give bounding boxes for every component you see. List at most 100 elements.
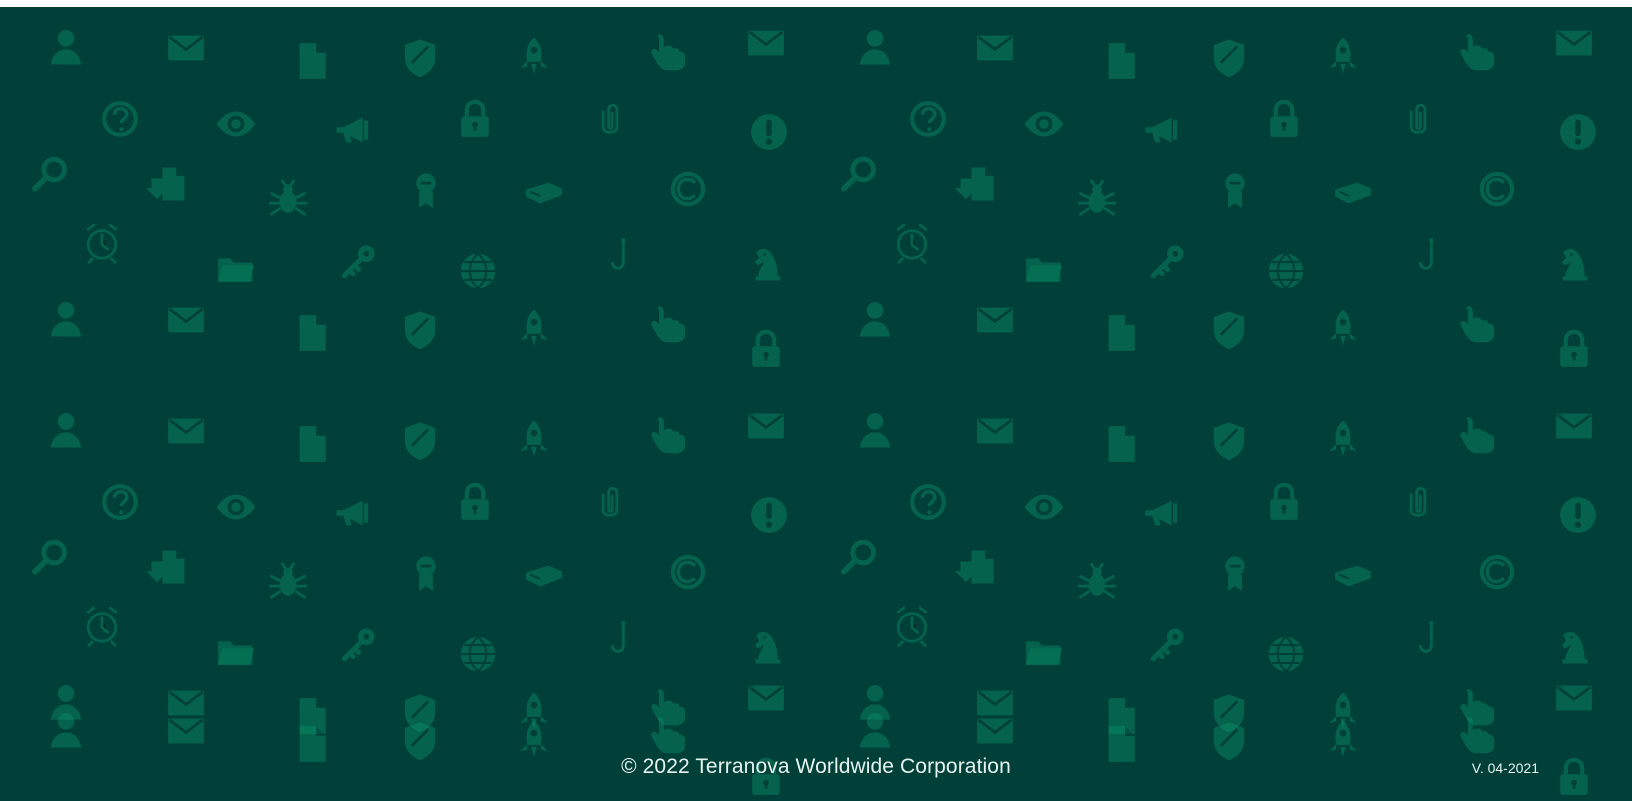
chess-knight-icon <box>746 625 790 669</box>
lock-icon <box>1552 327 1596 371</box>
copyright-icon <box>1475 167 1519 211</box>
document-icon <box>1099 311 1143 355</box>
user-icon <box>853 409 897 453</box>
document-icon <box>290 311 334 355</box>
envelope-icon <box>1552 676 1596 720</box>
eye-icon <box>214 102 258 146</box>
rocket-icon <box>512 35 556 79</box>
book-icon <box>1331 169 1375 213</box>
lock-icon <box>453 97 497 141</box>
bug-icon <box>1075 560 1119 604</box>
fishhook-icon <box>1408 619 1452 663</box>
folder-icon <box>1022 246 1066 290</box>
download-document-icon <box>955 545 999 589</box>
shield-icon <box>1207 719 1251 763</box>
user-icon <box>853 298 897 342</box>
folder-icon <box>1022 629 1066 673</box>
user-icon <box>44 709 88 753</box>
globe-icon <box>1264 632 1308 676</box>
fishhook-icon <box>1408 236 1452 280</box>
paperclip-icon <box>1396 480 1440 524</box>
envelope-icon <box>164 298 208 342</box>
download-document-icon <box>955 162 999 206</box>
bug-icon <box>266 560 310 604</box>
envelope-icon <box>973 409 1017 453</box>
ribbon-icon <box>1213 168 1257 212</box>
eye-icon <box>214 485 258 529</box>
key-icon <box>336 240 380 284</box>
copyright-icon <box>666 550 710 594</box>
pointer-hand-icon <box>1455 712 1499 756</box>
user-icon <box>44 26 88 70</box>
ribbon-icon <box>1213 551 1257 595</box>
paperclip-icon <box>588 97 632 141</box>
envelope-icon <box>164 409 208 453</box>
envelope-icon <box>973 298 1017 342</box>
pointer-hand-icon <box>646 301 690 345</box>
folder-icon <box>214 629 258 673</box>
question-icon <box>906 97 950 141</box>
envelope-icon <box>744 676 788 720</box>
chess-knight-icon <box>1553 242 1597 286</box>
icon-pattern-background <box>0 7 1632 801</box>
alarm-clock-icon <box>890 221 934 265</box>
alarm-clock-icon <box>890 604 934 648</box>
magnifier-icon <box>28 153 72 197</box>
rocket-icon <box>512 307 556 351</box>
lock-icon <box>1262 97 1306 141</box>
question-icon <box>98 97 142 141</box>
alarm-clock-icon <box>80 604 124 648</box>
fishhook-icon <box>600 619 644 663</box>
paperclip-icon <box>588 480 632 524</box>
alarm-clock-icon <box>80 221 124 265</box>
bug-icon <box>1075 177 1119 221</box>
user-icon <box>853 709 897 753</box>
ribbon-icon <box>404 168 448 212</box>
alert-icon <box>747 110 791 154</box>
key-icon <box>1145 623 1189 667</box>
book-icon <box>522 169 566 213</box>
folder-icon <box>214 246 258 290</box>
key-icon <box>336 623 380 667</box>
megaphone-icon <box>331 491 375 535</box>
magnifier-icon <box>837 536 881 580</box>
fishhook-icon <box>600 236 644 280</box>
rocket-icon <box>1321 418 1365 462</box>
paperclip-icon <box>1396 97 1440 141</box>
bug-icon <box>266 177 310 221</box>
pointer-hand-icon <box>646 412 690 456</box>
lock-icon <box>1552 755 1596 799</box>
magnifier-icon <box>837 153 881 197</box>
eye-icon <box>1022 102 1066 146</box>
user-icon <box>44 409 88 453</box>
pointer-hand-icon <box>646 712 690 756</box>
question-icon <box>906 480 950 524</box>
background-panel: © 2022 Terranova Worldwide Corporation V… <box>0 7 1632 801</box>
book-icon <box>522 552 566 596</box>
alert-icon <box>1556 110 1600 154</box>
magnifier-icon <box>28 536 72 580</box>
envelope-icon <box>164 709 208 753</box>
user-icon <box>853 26 897 70</box>
envelope-icon <box>973 709 1017 753</box>
pointer-hand-icon <box>1455 412 1499 456</box>
lock-icon <box>453 480 497 524</box>
copyright-icon <box>1475 550 1519 594</box>
shield-icon <box>398 719 442 763</box>
eye-icon <box>1022 485 1066 529</box>
shield-icon <box>1207 308 1251 352</box>
megaphone-icon <box>1140 108 1184 152</box>
rocket-icon <box>512 418 556 462</box>
rocket-icon <box>1321 718 1365 762</box>
document-icon <box>1099 422 1143 466</box>
alert-icon <box>1556 493 1600 537</box>
user-icon <box>44 298 88 342</box>
pointer-hand-icon <box>1455 29 1499 73</box>
rocket-icon <box>1321 35 1365 79</box>
envelope-icon <box>744 21 788 65</box>
document-icon <box>290 722 334 766</box>
lock-icon <box>744 755 788 799</box>
envelope-icon <box>973 26 1017 70</box>
shield-icon <box>398 36 442 80</box>
question-icon <box>98 480 142 524</box>
